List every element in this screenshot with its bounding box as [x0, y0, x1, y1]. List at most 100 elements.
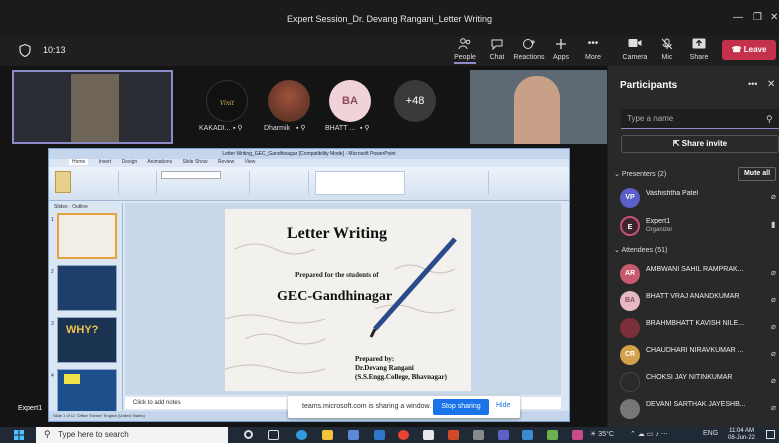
taskbar-clock[interactable]: 11:04 AM 08-Jun-22	[728, 428, 755, 442]
stop-sharing-button[interactable]: Stop sharing	[433, 399, 489, 415]
edge-icon[interactable]	[296, 430, 307, 440]
participant-search-input[interactable]: Type a name	[621, 109, 779, 129]
slide-thumbnail[interactable]	[57, 213, 117, 259]
avatar-dharmik[interactable]	[268, 80, 310, 122]
participant-name: CHAUDHARI NIRAVKUMAR ...	[646, 347, 744, 354]
slides-tab[interactable]: Slides	[54, 204, 68, 210]
app-icon[interactable]	[473, 430, 484, 440]
ppt-title-bar: Letter Writing_GEC_Gandhinagar [Compatib…	[49, 149, 569, 159]
thumb-number: 3	[51, 321, 54, 327]
system-tray-icons[interactable]: ⌃ ☁ ▭ ♪ ⋯	[630, 430, 668, 438]
font-name-select[interactable]	[161, 171, 221, 179]
shared-powerpoint-window: Letter Writing_GEC_Gandhinagar [Compatib…	[48, 148, 570, 422]
notification-icon[interactable]	[766, 430, 775, 439]
ppt-tab-review[interactable]: Review	[218, 159, 234, 165]
participant-row[interactable]: CR CHAUDHARI NIRAVKUMAR ... ⌀	[608, 342, 779, 368]
ppt-ribbon	[49, 167, 569, 201]
file-explorer-icon[interactable]	[322, 430, 333, 440]
share-invite-button[interactable]: ⇱ Share invite	[621, 135, 779, 153]
attendees-section-header[interactable]: ⌄ Attendees (51)	[614, 246, 667, 254]
app-icon[interactable]	[547, 430, 558, 440]
cortana-icon[interactable]	[244, 430, 253, 439]
participant-row[interactable]: DEVANI SARTHAK JAYESHB... ⌀	[608, 396, 779, 422]
participant-row[interactable]: VP Vashishtha Patel ⌀	[608, 185, 779, 211]
mute-all-button[interactable]: Mute all	[738, 167, 776, 181]
ppt-slides-outline-tabs: Slides · Outline	[54, 204, 88, 210]
store-icon[interactable]	[348, 430, 359, 440]
participant-row[interactable]: CHOKSI JAY NITINKUMAR ⌀	[608, 369, 779, 395]
shield-icon	[19, 44, 31, 57]
tile-name: Dharmik	[264, 125, 291, 132]
ppt-tab-slideshow[interactable]: Slide Show	[182, 159, 207, 165]
tile-status-icons: ▪ ⚲	[233, 125, 243, 132]
app-icon[interactable]	[522, 430, 533, 440]
avatar-kakadi[interactable]: Vinit Kakadiya	[206, 80, 248, 122]
mic-off-icon: ⌀	[771, 376, 776, 385]
participant-row[interactable]: BA BHATT VRAJ ANANDKUMAR ⌀	[608, 288, 779, 314]
ppt-tab-view[interactable]: View	[245, 159, 256, 165]
teams-icon[interactable]	[498, 430, 509, 440]
app-icon[interactable]	[423, 430, 434, 440]
language-indicator[interactable]: ENG	[703, 430, 718, 437]
minimize-icon[interactable]: —	[733, 12, 743, 23]
video-tile-speaker[interactable]	[470, 70, 607, 144]
apps-button[interactable]: Apps	[544, 38, 578, 61]
participant-row[interactable]: E Expert1 Organizer ▮	[608, 213, 779, 239]
current-slide[interactable]: Letter Writing Prepared for the students…	[225, 209, 471, 391]
participant-row[interactable]: AR AMBWANI SAHIL RAMPRAK... ⌀	[608, 261, 779, 287]
mic-off-icon: ⌀	[771, 192, 776, 201]
windows-start-icon[interactable]	[14, 430, 24, 440]
camera-button[interactable]: Camera	[618, 38, 652, 61]
close-window-icon[interactable]: ✕	[770, 12, 778, 23]
reactions-button[interactable]: Reactions	[512, 38, 546, 61]
ppt-tab-insert[interactable]: Insert	[99, 159, 112, 165]
participant-row[interactable]: BRAHMBHATT KAVISH NILE... ⌀	[608, 315, 779, 341]
chat-button[interactable]: Chat	[480, 38, 514, 61]
ppt-shapes-gallery[interactable]	[315, 171, 405, 195]
mic-off-icon: ⌀	[771, 349, 776, 358]
thumb-why-text-image: WHY?	[66, 324, 99, 336]
outline-tab[interactable]: Outline	[72, 204, 88, 210]
ppt-tab-design[interactable]: Design	[122, 159, 138, 165]
task-view-icon[interactable]	[268, 430, 279, 440]
slide-thumbnail[interactable]	[57, 265, 117, 311]
slide-prepared-for: Prepared for the students of	[295, 271, 379, 279]
app-icon[interactable]	[572, 430, 583, 440]
leave-button[interactable]: ☎ Leave	[722, 40, 776, 60]
ppt-tab-home[interactable]: Home	[69, 159, 89, 165]
maximize-icon[interactable]: ❐	[753, 12, 762, 23]
slide-institution: GEC-Gandhinagar	[277, 289, 393, 304]
hide-button[interactable]: Hide	[496, 402, 510, 409]
mic-button[interactable]: Mic	[650, 38, 684, 61]
avatar-bhatt[interactable]: BA	[329, 80, 371, 122]
font-format-buttons[interactable]	[161, 182, 241, 190]
share-button[interactable]: Share	[682, 38, 716, 61]
powerpoint-icon[interactable]	[448, 430, 459, 440]
overflow-participants[interactable]: +48	[394, 80, 436, 122]
video-tile-participant[interactable]	[12, 70, 173, 144]
chrome-icon[interactable]	[398, 430, 409, 440]
paste-icon[interactable]	[55, 171, 71, 193]
slide-thumbnail[interactable]	[57, 369, 117, 415]
weather-widget[interactable]: ☀ 35°C	[590, 430, 614, 438]
slide-author-block: Prepared by: Dr.Devang Rangani (S.S.Engg…	[355, 355, 447, 382]
participants-title: Participants	[620, 80, 678, 91]
more-options-icon[interactable]: •••	[748, 79, 757, 89]
close-icon[interactable]: ✕	[767, 79, 775, 90]
mic-off-icon: ⌀	[771, 268, 776, 277]
people-button[interactable]: People	[448, 38, 482, 64]
presenters-section-header[interactable]: ⌄ Presenters (2)	[614, 170, 666, 178]
ppt-slide-canvas: Letter Writing Prepared for the students…	[125, 203, 561, 395]
slide-thumbnail[interactable]: WHY?	[57, 317, 117, 363]
tile-status-icons: ▪ ⚲	[296, 125, 306, 132]
more-button[interactable]: ••• More	[576, 38, 610, 61]
mic-off-icon: ⌀	[771, 403, 776, 412]
mail-icon[interactable]	[374, 430, 385, 440]
participant-name: DEVANI SARTHAK JAYESHB...	[646, 401, 746, 408]
ppt-slides-group	[129, 171, 157, 195]
taskbar-search-input[interactable]: Type here to search	[36, 427, 228, 443]
ppt-tab-animations[interactable]: Animations	[147, 159, 172, 165]
tile-name: BHATT ...	[325, 125, 356, 132]
ppt-editing-group	[495, 171, 555, 195]
thumb-number: 1	[51, 217, 54, 223]
